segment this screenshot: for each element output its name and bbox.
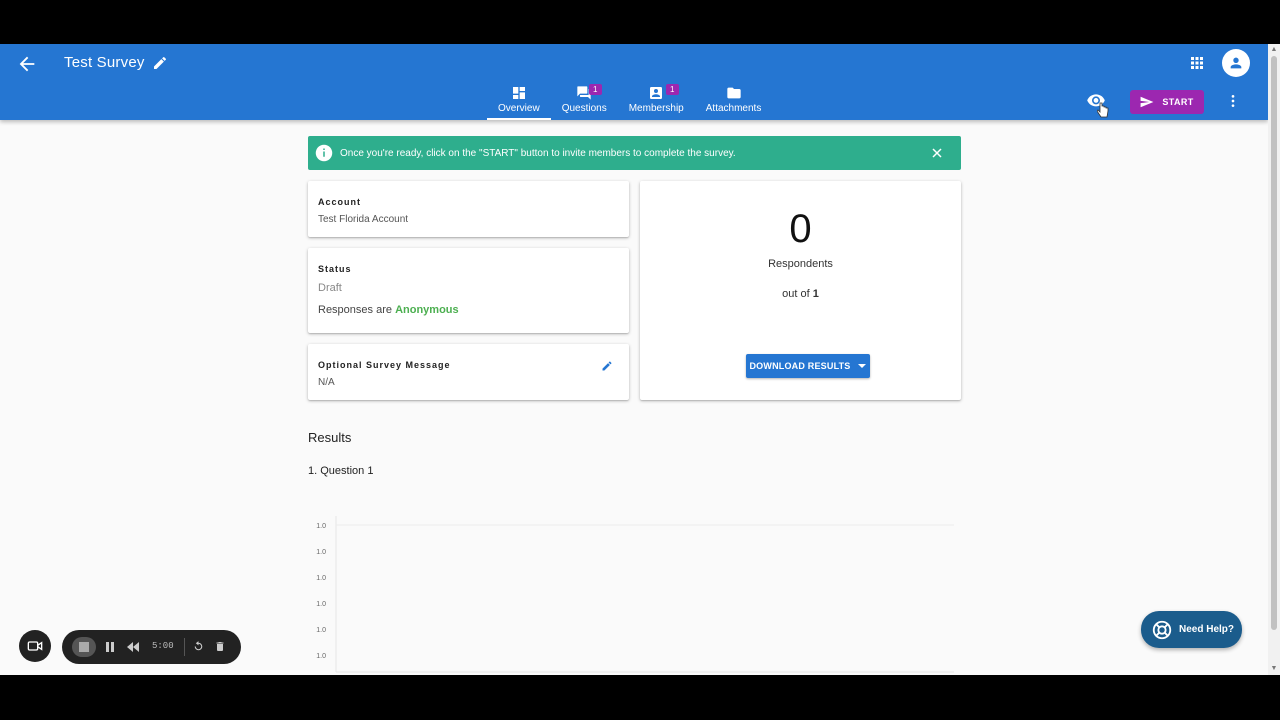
question-heading: 1. Question 1 — [308, 465, 374, 477]
stop-icon — [79, 642, 89, 652]
recorder-controls: 5:00 — [62, 630, 241, 664]
stop-button[interactable] — [72, 637, 96, 657]
user-avatar[interactable] — [1222, 49, 1250, 77]
out-of-text: out of 1 — [640, 288, 961, 300]
y-tick-label: 1.0 — [316, 653, 326, 660]
dashboard-icon — [512, 87, 525, 99]
results-chart: 1.0 1.0 1.0 1.0 1.0 1.0 — [308, 512, 958, 675]
tab-overview[interactable]: Overview — [487, 82, 551, 120]
lifebuoy-icon — [1152, 620, 1172, 639]
tab-label: Attachments — [705, 103, 762, 114]
status-value: Draft — [318, 282, 342, 294]
scroll-down-arrow-icon[interactable]: ▼ — [1270, 665, 1278, 673]
account-value: Test Florida Account — [318, 214, 409, 225]
close-icon[interactable] — [931, 147, 943, 159]
rewind-icon[interactable] — [126, 641, 140, 653]
letterbox-bottom — [0, 675, 1280, 720]
send-icon — [1140, 96, 1154, 108]
message-label: Optional Survey Message — [318, 360, 451, 370]
contact-icon — [650, 87, 663, 99]
chart-svg: 1.0 1.0 1.0 1.0 1.0 1.0 — [316, 516, 954, 673]
pause-icon[interactable] — [104, 641, 116, 653]
respondent-count: 0 — [789, 207, 812, 251]
divider — [184, 638, 185, 656]
start-button[interactable]: START — [1130, 90, 1204, 114]
tab-label: Overview — [498, 103, 540, 114]
download-label: DOWNLOAD RESULTS — [749, 361, 851, 371]
info-icon — [315, 144, 333, 162]
banner-text: Once you're ready, click on the "START" … — [340, 147, 736, 159]
y-tick-label: 1.0 — [316, 523, 326, 530]
account-card: Account Test Florida Account — [308, 181, 629, 237]
start-label: START — [1162, 97, 1194, 107]
scroll-up-arrow-icon[interactable]: ▲ — [1270, 46, 1278, 54]
apps-grid-icon[interactable] — [1188, 54, 1206, 72]
tab-questions[interactable]: Questions 1 — [551, 82, 618, 120]
more-vert-icon[interactable] — [1226, 93, 1240, 109]
page-title: Test Survey — [64, 54, 145, 71]
tab-membership[interactable]: Membership 1 — [618, 82, 695, 120]
count-badge: 1 — [588, 84, 602, 95]
y-tick-label: 1.0 — [316, 601, 326, 608]
camera-button[interactable] — [19, 630, 51, 662]
tab-attachments[interactable]: Attachments — [695, 82, 773, 120]
tab-label: Questions — [561, 103, 607, 114]
status-label: Status — [318, 264, 352, 274]
responses-prefix: Responses are — [318, 304, 392, 316]
responses-anonymity: Responses are Anonymous — [318, 304, 619, 316]
need-help-button[interactable]: Need Help? — [1141, 611, 1242, 648]
download-results-button[interactable]: DOWNLOAD RESULTS — [746, 354, 870, 378]
respondents-label: Respondents — [768, 258, 833, 270]
results-heading: Results — [308, 430, 352, 445]
edit-title-icon[interactable] — [152, 55, 168, 71]
message-value: N/A — [318, 377, 335, 388]
recording-time: 5:00 — [152, 641, 174, 651]
survey-message-card: Optional Survey Message N/A — [308, 344, 629, 400]
tab-label: Membership — [628, 103, 684, 114]
status-card: Status Draft Responses are Anonymous — [308, 248, 629, 333]
out-of-prefix: out of — [782, 288, 810, 300]
trash-icon[interactable] — [214, 640, 226, 653]
out-of-value: 1 — [812, 288, 819, 300]
browser-viewport: Test Survey Overview Questions 1 Members… — [0, 44, 1280, 675]
vertical-scrollbar[interactable]: ▲ ▼ — [1268, 44, 1280, 675]
restart-icon[interactable] — [192, 640, 205, 653]
app-bar: Test Survey Overview Questions 1 Members… — [0, 44, 1268, 120]
anonymous-value: Anonymous — [395, 304, 459, 316]
respondents-card: 0 Respondents out of 1 DOWNLOAD RESULTS — [640, 181, 961, 400]
count-badge: 1 — [665, 84, 679, 95]
y-tick-label: 1.0 — [316, 575, 326, 582]
folder-icon — [726, 87, 741, 99]
account-label: Account — [318, 197, 361, 207]
tab-bar: Overview Questions 1 Membership 1 Attach… — [487, 82, 772, 120]
edit-message-icon[interactable] — [601, 360, 613, 372]
y-tick-label: 1.0 — [316, 549, 326, 556]
y-tick-label: 1.0 — [316, 627, 326, 634]
person-icon — [1230, 57, 1242, 69]
dropdown-arrow-icon — [857, 364, 866, 368]
letterbox-top — [0, 0, 1280, 44]
scroll-thumb[interactable] — [1271, 56, 1277, 630]
video-camera-icon — [27, 641, 43, 651]
help-label: Need Help? — [1179, 624, 1235, 635]
mouse-cursor-icon — [1097, 102, 1109, 118]
info-banner: Once you're ready, click on the "START" … — [308, 136, 961, 170]
back-arrow-icon[interactable] — [16, 53, 38, 75]
